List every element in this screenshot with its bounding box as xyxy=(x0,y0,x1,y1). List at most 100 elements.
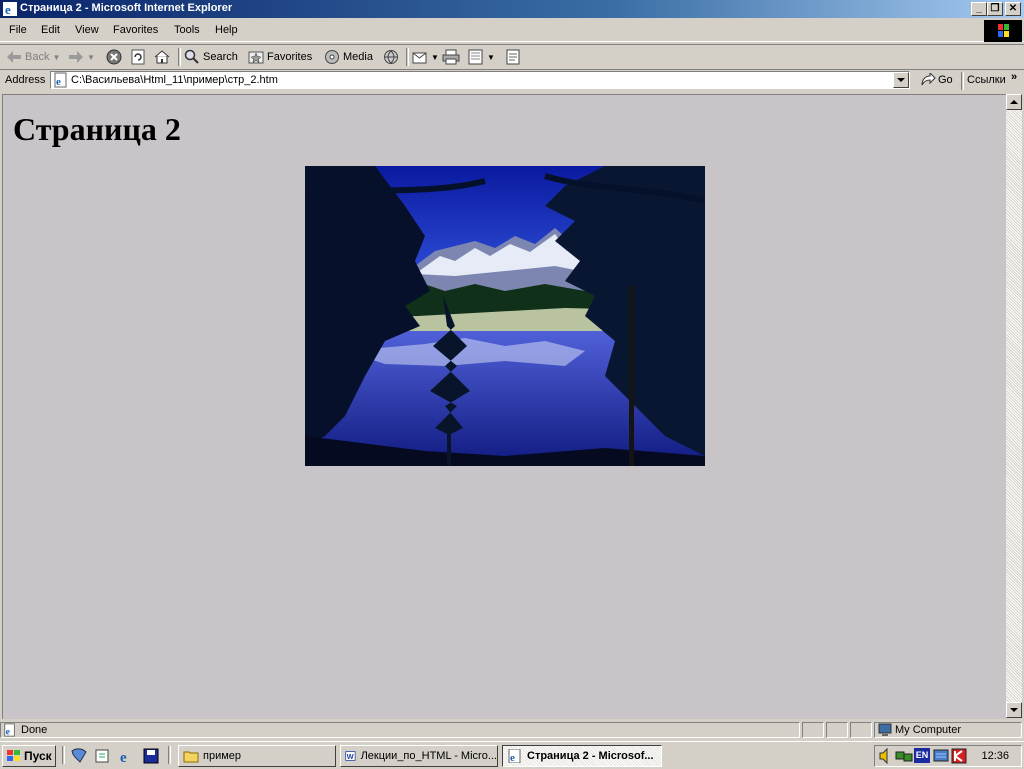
address-dropdown-button[interactable] xyxy=(893,72,909,88)
status-pane xyxy=(850,722,872,738)
language-indicator[interactable]: EN xyxy=(914,748,930,763)
refresh-icon xyxy=(131,49,145,65)
title-bar[interactable]: e Страница 2 - Microsoft Internet Explor… xyxy=(0,0,1024,18)
taskbar-button-ie[interactable]: e Страница 2 - Microsof... xyxy=(502,745,662,767)
page-heading: Страница 2 xyxy=(13,111,181,147)
taskbar-button-word[interactable]: W Лекции_по_HTML - Micro... xyxy=(340,745,498,767)
menu-view[interactable]: View xyxy=(75,24,99,36)
ie-logo-icon: e xyxy=(3,2,17,17)
back-dropdown-icon[interactable]: ▼ xyxy=(52,53,60,62)
quicklaunch-outlook-icon[interactable] xyxy=(94,748,112,764)
folder-icon xyxy=(183,751,199,763)
vertical-scrollbar[interactable] xyxy=(1006,94,1022,718)
favorites-label: Favorites xyxy=(267,51,313,63)
go-label: Go xyxy=(938,74,953,86)
page-ie-icon: e xyxy=(54,72,67,88)
close-button[interactable]: ✕ xyxy=(1005,2,1021,16)
address-input[interactable]: e C:\Васильева\Html_11\пример\стр_2.htm xyxy=(50,71,910,89)
home-icon xyxy=(154,50,170,64)
svg-text:e: e xyxy=(56,76,61,88)
standard-toolbar: Back ▼ ▼ Search Favorites Media ▼ ▼ xyxy=(0,44,1024,70)
history-button[interactable] xyxy=(382,49,400,65)
menu-edit[interactable]: Edit xyxy=(41,24,60,36)
start-button[interactable]: Пуск xyxy=(2,745,56,767)
clock: 12:36 xyxy=(981,750,1009,762)
svg-text:W: W xyxy=(347,752,354,761)
home-button[interactable] xyxy=(154,49,170,65)
print-button[interactable] xyxy=(442,49,460,65)
discuss-button[interactable] xyxy=(506,49,520,65)
svg-text:e: e xyxy=(6,726,11,737)
edit-button[interactable]: ▼ xyxy=(468,49,495,65)
ie-page-icon: e xyxy=(508,749,521,763)
search-icon xyxy=(184,49,199,64)
security-zone-pane: My Computer xyxy=(874,722,1022,738)
taskbar-separator xyxy=(168,746,171,764)
quicklaunch-ie-icon[interactable]: e xyxy=(118,748,136,764)
refresh-button[interactable] xyxy=(130,49,146,65)
quicklaunch-desktop-icon[interactable] xyxy=(70,748,88,764)
volume-speaker-icon[interactable] xyxy=(878,748,892,764)
forward-dropdown-icon[interactable]: ▼ xyxy=(87,53,95,62)
antivirus-icon[interactable] xyxy=(951,748,967,764)
address-bar: Address e C:\Васильева\Html_11\пример\ст… xyxy=(0,69,1024,93)
favorites-star-icon xyxy=(248,51,264,64)
back-button[interactable]: Back ▼ xyxy=(6,49,60,65)
stop-button[interactable] xyxy=(106,49,122,65)
mail-icon xyxy=(412,52,427,64)
menu-favorites[interactable]: Favorites xyxy=(113,24,158,36)
history-globe-icon xyxy=(384,50,398,64)
windows-flag-logo-icon xyxy=(984,20,1022,42)
go-button[interactable]: Go xyxy=(920,73,953,87)
edit-dropdown-icon[interactable]: ▼ xyxy=(487,53,495,62)
task-label: Лекции_по_HTML - Micro... xyxy=(360,750,497,762)
toolbar-separator xyxy=(406,48,409,66)
network-icon[interactable] xyxy=(895,748,913,764)
media-label: Media xyxy=(343,51,373,63)
menu-help[interactable]: Help xyxy=(215,24,238,36)
toolbar-separator xyxy=(178,48,181,66)
forward-button[interactable]: ▼ xyxy=(68,49,95,65)
status-text: Done xyxy=(21,724,48,736)
scroll-down-button[interactable] xyxy=(1006,702,1022,718)
taskbar-button-folder[interactable]: пример xyxy=(178,745,336,767)
svg-text:e: e xyxy=(120,750,127,764)
windows-flag-icon xyxy=(7,750,20,761)
system-tray: EN 12:36 xyxy=(874,745,1022,767)
links-chevron-icon[interactable]: » xyxy=(1011,71,1017,83)
status-pane xyxy=(802,722,824,738)
arrow-up-icon xyxy=(1010,100,1018,104)
task-label: Страница 2 - Microsof... xyxy=(527,750,654,762)
menu-file[interactable]: File xyxy=(9,24,27,36)
discuss-note-icon xyxy=(506,49,520,65)
menu-tools[interactable]: Tools xyxy=(174,24,200,36)
media-icon xyxy=(325,50,339,64)
task-label: пример xyxy=(203,750,242,762)
quicklaunch-save-icon[interactable] xyxy=(142,748,160,764)
favorites-button[interactable]: Favorites xyxy=(248,49,312,65)
status-pane xyxy=(826,722,848,738)
page-done-icon: e xyxy=(4,723,15,737)
search-button[interactable]: Search xyxy=(184,49,238,65)
start-label: Пуск xyxy=(24,749,52,763)
word-document-icon: W xyxy=(345,751,356,761)
minimize-button[interactable]: _ xyxy=(971,2,987,16)
window-title: Страница 2 - Microsoft Internet Explorer xyxy=(20,2,233,14)
status-bar: e Done My Computer xyxy=(0,720,1024,740)
edit-document-icon xyxy=(468,49,483,65)
stop-icon xyxy=(106,49,122,65)
page-viewport[interactable]: Страница 2 xyxy=(2,94,1007,719)
back-arrow-icon xyxy=(7,51,21,63)
address-value: C:\Васильева\Html_11\пример\стр_2.htm xyxy=(71,74,278,86)
tray-app-icon[interactable] xyxy=(933,748,951,764)
mountain-lake-photo xyxy=(305,166,705,466)
links-label[interactable]: Ссылки xyxy=(967,74,1006,86)
media-button[interactable]: Media xyxy=(324,49,373,65)
mail-dropdown-icon[interactable]: ▼ xyxy=(431,53,439,62)
mail-button[interactable]: ▼ xyxy=(412,49,439,65)
zone-label: My Computer xyxy=(895,724,962,736)
restore-button[interactable]: ❐ xyxy=(987,2,1003,16)
scroll-up-button[interactable] xyxy=(1006,94,1022,110)
forward-arrow-icon xyxy=(69,51,83,63)
status-text-pane: e Done xyxy=(0,722,800,738)
